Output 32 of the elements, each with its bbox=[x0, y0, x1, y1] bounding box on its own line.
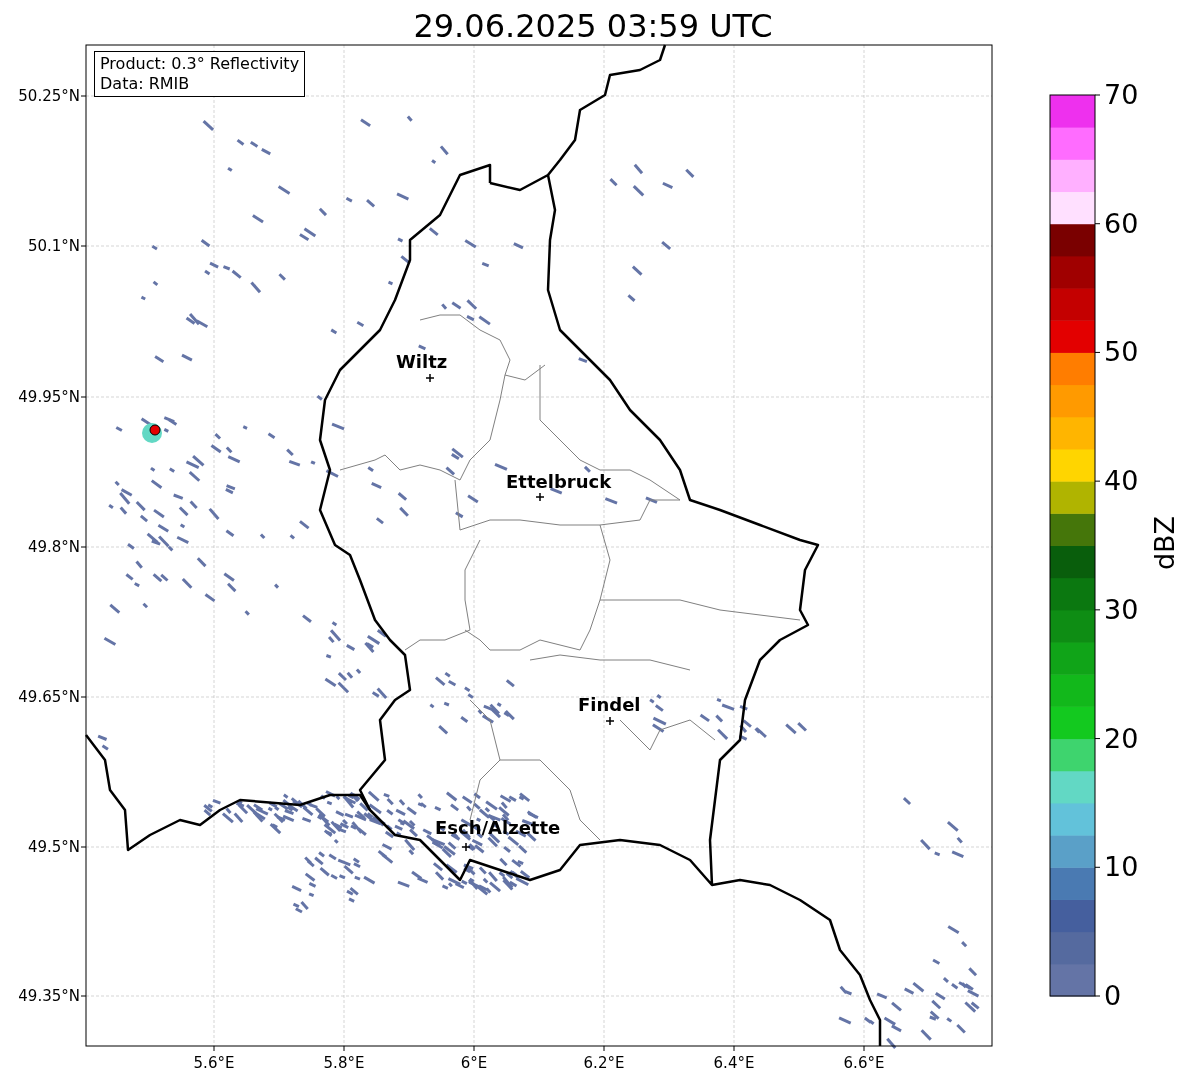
axis-tick-label: 50.25°N bbox=[18, 87, 80, 105]
colorbar-tick-label: 40 bbox=[1104, 466, 1139, 497]
axis-tick-label: 5.8°E bbox=[322, 1054, 366, 1072]
city-label: Ettelbruck bbox=[506, 472, 612, 492]
info-text: Product: 0.3° Reflectivity bbox=[100, 54, 300, 74]
axis-tick-label: 6.2°E bbox=[582, 1054, 626, 1072]
axis-tick-label: 49.8°N bbox=[27, 538, 80, 556]
city-marker-icon bbox=[425, 373, 435, 383]
axis-tick-label: 49.65°N bbox=[18, 688, 80, 706]
axis-tick-label: 49.95°N bbox=[18, 388, 80, 406]
city-marker-icon bbox=[535, 492, 545, 502]
colorbar-tick-label: 20 bbox=[1104, 723, 1139, 754]
axis-tick-label: 6°E bbox=[459, 1054, 489, 1072]
axis-tick-label: 50.1°N bbox=[27, 237, 80, 255]
colorbar-tick-label: 50 bbox=[1104, 337, 1139, 368]
city-label: Findel bbox=[578, 695, 641, 715]
chart-title: 29.06.2025 03:59 UTC bbox=[412, 6, 774, 47]
colorbar-tick-label: 70 bbox=[1104, 80, 1139, 110]
city-marker-icon bbox=[461, 842, 471, 852]
axis-tick-label: 49.35°N bbox=[18, 987, 80, 1005]
info-text: Data: RMIB bbox=[100, 74, 191, 94]
colorbar-tick-label: 0 bbox=[1104, 981, 1122, 1011]
colorbar-title: dBZ bbox=[1150, 514, 1180, 573]
city-label: Wiltz bbox=[396, 352, 448, 372]
city-marker-icon bbox=[605, 716, 615, 726]
axis-tick-label: 49.5°N bbox=[27, 838, 80, 856]
axis-tick-label: 6.4°E bbox=[712, 1054, 756, 1072]
colorbar-tick-label: 60 bbox=[1104, 208, 1139, 239]
colorbar-tick-label: 10 bbox=[1104, 852, 1139, 883]
axis-tick-label: 6.6°E bbox=[842, 1054, 886, 1072]
axis-tick-label: 5.6°E bbox=[192, 1054, 236, 1072]
colorbar-tick-label: 30 bbox=[1104, 594, 1139, 625]
